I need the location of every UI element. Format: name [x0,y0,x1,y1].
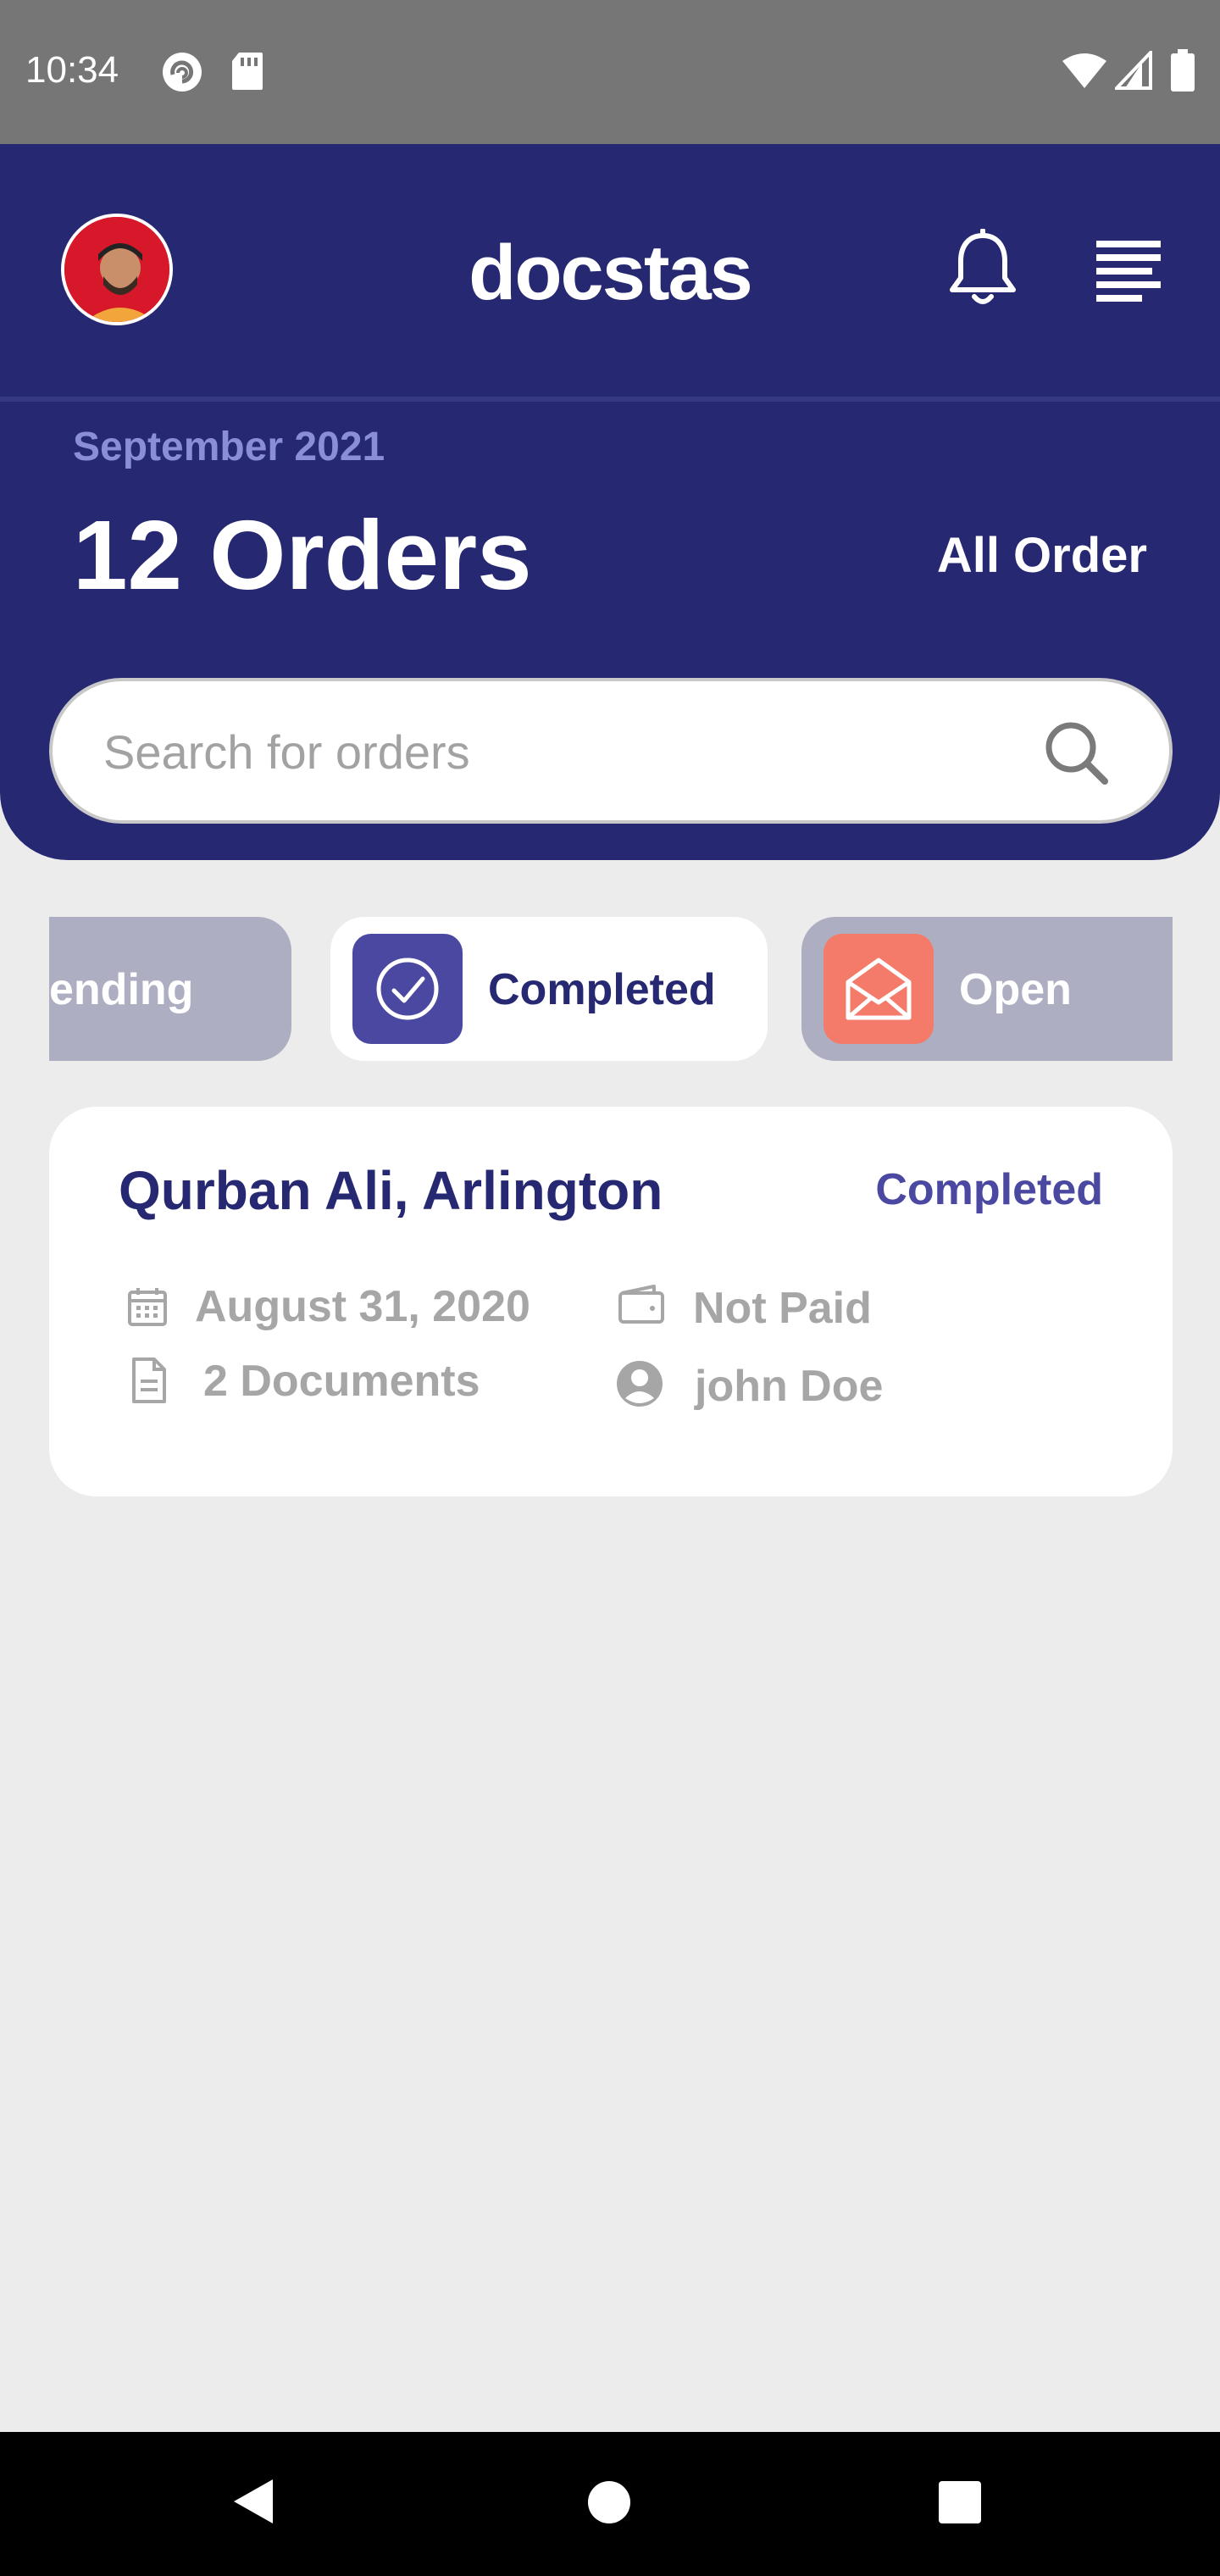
battery-icon [1171,49,1195,92]
back-icon[interactable] [230,2476,276,2527]
orders-count: 12 Orders [73,500,532,610]
sd-card-icon [232,53,263,90]
user-circle-icon [617,1361,663,1407]
wifi-icon [1062,53,1106,88]
order-card[interactable]: Qurban Ali, Arlington Completed August 3… [49,1107,1173,1496]
status-tabs: ending Completed Open [49,917,1173,1061]
menu-icon[interactable] [1096,241,1161,302]
order-payment: Not Paid [693,1284,872,1333]
home-icon[interactable] [586,2479,632,2525]
pocket-casts-icon [163,53,202,92]
cell-signal-icon [1115,51,1152,90]
calendar-icon [128,1288,167,1326]
search-icon[interactable] [1042,719,1110,786]
order-documents: 2 Documents [203,1357,480,1406]
order-user: john Doe [695,1362,884,1411]
wallet-icon [618,1285,664,1324]
order-status: Completed [875,1165,1103,1214]
navigation-bar [0,2432,1220,2576]
order-date: August 31, 2020 [195,1282,530,1331]
tab-pending-label: ending [49,965,194,1014]
bell-icon[interactable] [947,229,1018,310]
recents-icon[interactable] [937,2479,983,2525]
tab-completed-label: Completed [488,965,716,1014]
all-order-link[interactable]: All Order [937,527,1147,584]
tab-open-label: Open [959,965,1072,1014]
order-title: Qurban Ali, Arlington [119,1160,663,1221]
search-bar [49,678,1173,824]
tab-completed[interactable]: Completed [330,917,768,1061]
header: docstas September 2021 12 Orders All Ord… [0,144,1220,860]
month-label: September 2021 [73,425,385,469]
open-envelope-icon [824,934,934,1044]
status-bar: 10:34 [0,0,1220,144]
app-logo: docstas [469,230,753,316]
tab-open[interactable]: Open [801,917,1173,1061]
status-time: 10:34 [25,49,119,91]
search-input[interactable] [102,681,1020,822]
check-circle-icon [352,934,463,1044]
header-divider [0,397,1220,402]
document-icon [132,1357,166,1403]
tab-pending[interactable]: ending [49,917,291,1061]
